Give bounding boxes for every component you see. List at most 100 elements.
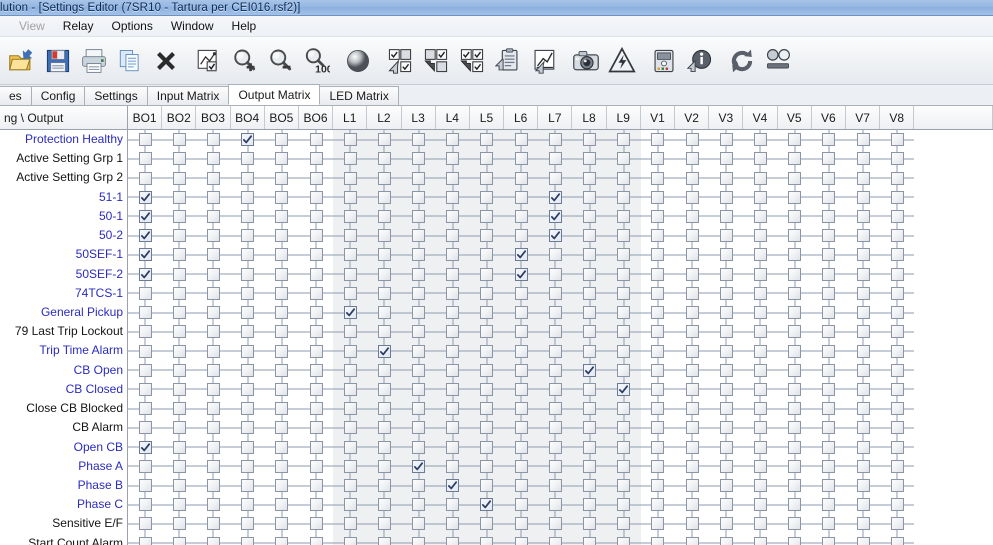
- matrix-checkbox-50sef-1-l9[interactable]: [617, 248, 631, 262]
- matrix-checkbox-phase-a-l2[interactable]: [377, 459, 391, 473]
- matrix-checkbox-open-cb-l7[interactable]: [548, 440, 562, 454]
- menu-item-window[interactable]: Window: [162, 17, 223, 35]
- row-label-phase-c[interactable]: Phase C: [0, 495, 127, 514]
- matrix-checkbox-50sef-2-l1[interactable]: [343, 267, 357, 281]
- matrix-checkbox-50sef-2-l9[interactable]: [617, 267, 631, 281]
- matrix-checkbox-trip-time-alarm-v6[interactable]: [822, 344, 836, 358]
- matrix-checkbox-trip-time-alarm-l6[interactable]: [514, 344, 528, 358]
- row-label-74tcs-1[interactable]: 74TCS-1: [0, 284, 127, 303]
- matrix-checkbox-start-count-alarm-l1[interactable]: [343, 536, 357, 545]
- matrix-checkbox-phase-b-v4[interactable]: [753, 479, 767, 493]
- matrix-checkbox-cb-open-bo1[interactable]: [138, 363, 152, 377]
- matrix-checkbox-50sef-1-l2[interactable]: [377, 248, 391, 262]
- sphere-button[interactable]: [340, 39, 376, 83]
- matrix-checkbox-79-last-trip-lockout-v8[interactable]: [890, 325, 904, 339]
- matrix-checkbox-cb-closed-l6[interactable]: [514, 382, 528, 396]
- matrix-checkbox-cb-closed-bo6[interactable]: [309, 382, 323, 396]
- matrix-checkbox-sensitive-e-f-l3[interactable]: [412, 517, 426, 531]
- matrix-checkbox-cb-alarm-l7[interactable]: [548, 421, 562, 435]
- matrix-checkbox-protection-healthy-l6[interactable]: [514, 133, 528, 147]
- matrix-checkbox-trip-time-alarm-bo4[interactable]: [241, 344, 255, 358]
- zoom-out-button[interactable]: [262, 39, 298, 83]
- matrix-checkbox-cb-open-l5[interactable]: [480, 363, 494, 377]
- matrix-checkbox-sensitive-e-f-bo4[interactable]: [241, 517, 255, 531]
- matrix-checkbox-start-count-alarm-l7[interactable]: [548, 536, 562, 545]
- matrix-checkbox-phase-c-l7[interactable]: [548, 498, 562, 512]
- column-header-l6[interactable]: L6: [504, 106, 539, 129]
- matrix-checkbox-active-setting-grp-1-v5[interactable]: [788, 152, 802, 166]
- matrix-checkbox-cb-alarm-l1[interactable]: [343, 421, 357, 435]
- matrix-checkbox-general-pickup-v1[interactable]: [651, 306, 665, 320]
- matrix-checkbox-phase-b-v8[interactable]: [890, 479, 904, 493]
- matrix-checkbox-cb-closed-v4[interactable]: [753, 382, 767, 396]
- matrix-checkbox-sensitive-e-f-l7[interactable]: [548, 517, 562, 531]
- matrix-checkbox-cb-closed-v3[interactable]: [719, 382, 733, 396]
- matrix-checkbox-phase-b-v1[interactable]: [651, 479, 665, 493]
- matrix-checkbox-trip-time-alarm-l7[interactable]: [548, 344, 562, 358]
- matrix-checkbox-79-last-trip-lockout-l4[interactable]: [446, 325, 460, 339]
- matrix-checkbox-phase-a-v5[interactable]: [788, 459, 802, 473]
- matrix-checkbox-phase-a-l1[interactable]: [343, 459, 357, 473]
- zoom-in-button[interactable]: [226, 39, 262, 83]
- matrix-checkbox-51-1-bo1[interactable]: [138, 190, 152, 204]
- matrix-checkbox-general-pickup-l2[interactable]: [377, 306, 391, 320]
- matrix-checkbox-open-cb-v8[interactable]: [890, 440, 904, 454]
- matrix-checkbox-50-1-v6[interactable]: [822, 209, 836, 223]
- column-header-v7[interactable]: V7: [846, 106, 881, 129]
- matrix-checkbox-51-1-v7[interactable]: [856, 190, 870, 204]
- matrix-checkbox-51-1-l7[interactable]: [548, 190, 562, 204]
- matrix-checkbox-active-setting-grp-2-l2[interactable]: [377, 171, 391, 185]
- matrix-checkbox-50-2-l6[interactable]: [514, 229, 528, 243]
- row-label-close-cb-blocked[interactable]: Close CB Blocked: [0, 399, 127, 418]
- matrix-checkbox-active-setting-grp-1-bo3[interactable]: [206, 152, 220, 166]
- matrix-checkbox-74tcs-1-l2[interactable]: [377, 286, 391, 300]
- matrix-checkbox-trip-time-alarm-v8[interactable]: [890, 344, 904, 358]
- matrix-checkbox-open-cb-bo4[interactable]: [241, 440, 255, 454]
- matrix-checkbox-50-2-v1[interactable]: [651, 229, 665, 243]
- matrix-checkbox-close-cb-blocked-l4[interactable]: [446, 402, 460, 416]
- copy-pages-button[interactable]: [112, 39, 148, 83]
- matrix-checkbox-general-pickup-bo1[interactable]: [138, 306, 152, 320]
- matrix-checkbox-active-setting-grp-2-v1[interactable]: [651, 171, 665, 185]
- matrix-checkbox-79-last-trip-lockout-v1[interactable]: [651, 325, 665, 339]
- matrix-checkbox-74tcs-1-v7[interactable]: [856, 286, 870, 300]
- matrix-checkbox-74tcs-1-bo5[interactable]: [275, 286, 289, 300]
- matrix-checkbox-active-setting-grp-1-v7[interactable]: [856, 152, 870, 166]
- matrix-checkbox-cb-closed-bo2[interactable]: [172, 382, 186, 396]
- matrix-checkbox-cb-open-v7[interactable]: [856, 363, 870, 377]
- matrix-checkbox-74tcs-1-l7[interactable]: [548, 286, 562, 300]
- matrix-checkbox-general-pickup-v5[interactable]: [788, 306, 802, 320]
- matrix-checkbox-start-count-alarm-v8[interactable]: [890, 536, 904, 545]
- matrix-checkbox-phase-a-bo2[interactable]: [172, 459, 186, 473]
- matrix-checkbox-cb-alarm-v1[interactable]: [651, 421, 665, 435]
- matrix-checkbox-phase-a-l7[interactable]: [548, 459, 562, 473]
- matrix-checkbox-phase-b-v6[interactable]: [822, 479, 836, 493]
- matrix-checkbox-phase-b-v2[interactable]: [685, 479, 699, 493]
- matrix-checkbox-phase-b-l4[interactable]: [446, 479, 460, 493]
- matrix-checkbox-active-setting-grp-1-l2[interactable]: [377, 152, 391, 166]
- matrix-checkbox-50sef-2-l4[interactable]: [446, 267, 460, 281]
- matrix-checkbox-close-cb-blocked-bo3[interactable]: [206, 402, 220, 416]
- matrix-checkbox-79-last-trip-lockout-l8[interactable]: [583, 325, 597, 339]
- matrix-checkbox-active-setting-grp-2-l4[interactable]: [446, 171, 460, 185]
- row-label-sensitive-e-f[interactable]: Sensitive E/F: [0, 514, 127, 533]
- matrix-checkbox-cb-alarm-v6[interactable]: [822, 421, 836, 435]
- matrix-checkbox-start-count-alarm-v7[interactable]: [856, 536, 870, 545]
- matrix-checkbox-active-setting-grp-1-l8[interactable]: [583, 152, 597, 166]
- matrix-checkbox-phase-b-l2[interactable]: [377, 479, 391, 493]
- row-label-50-2[interactable]: 50-2: [0, 226, 127, 245]
- matrix-checkbox-50sef-2-bo2[interactable]: [172, 267, 186, 281]
- matrix-checkbox-phase-a-v7[interactable]: [856, 459, 870, 473]
- matrix-checkbox-general-pickup-l9[interactable]: [617, 306, 631, 320]
- matrix-checkbox-cb-open-l1[interactable]: [343, 363, 357, 377]
- matrix-checkbox-50sef-1-bo3[interactable]: [206, 248, 220, 262]
- matrix-checkbox-open-cb-v4[interactable]: [753, 440, 767, 454]
- matrix-checkbox-74tcs-1-bo3[interactable]: [206, 286, 220, 300]
- matrix-checkbox-74tcs-1-v8[interactable]: [890, 286, 904, 300]
- matrix-checkbox-51-1-v4[interactable]: [753, 190, 767, 204]
- matrix-checkbox-50sef-1-v6[interactable]: [822, 248, 836, 262]
- matrix-checkbox-protection-healthy-bo6[interactable]: [309, 133, 323, 147]
- matrix-checkbox-active-setting-grp-2-v5[interactable]: [788, 171, 802, 185]
- matrix-checkbox-start-count-alarm-v4[interactable]: [753, 536, 767, 545]
- matrix-checkbox-79-last-trip-lockout-l9[interactable]: [617, 325, 631, 339]
